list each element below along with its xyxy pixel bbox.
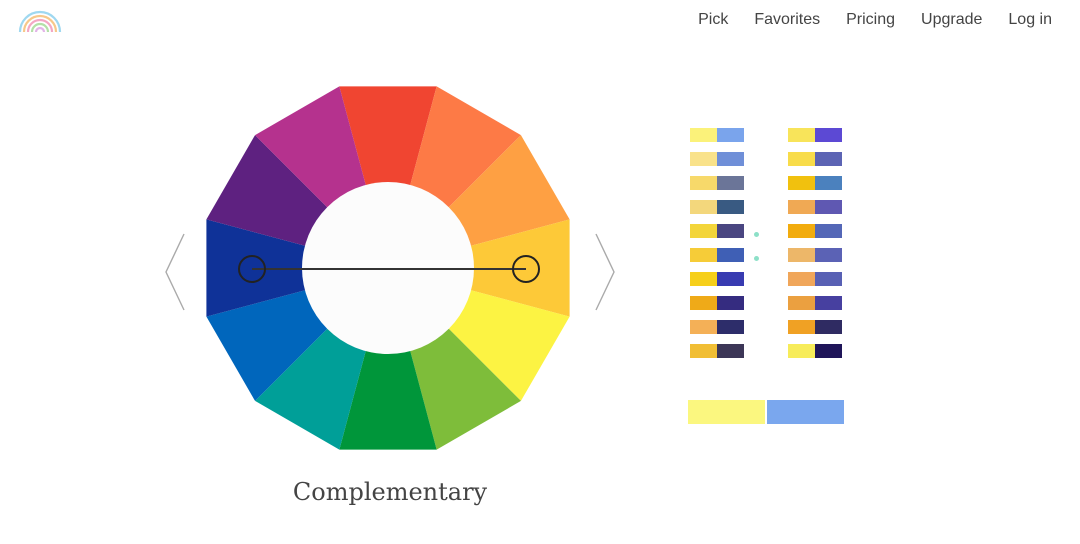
swatch-warm (690, 320, 717, 334)
palette-pair[interactable] (788, 176, 842, 190)
wheel-segment-8[interactable] (206, 289, 329, 401)
palette-pair[interactable] (788, 272, 842, 286)
nav-pricing-link[interactable]: Pricing (846, 10, 895, 30)
rainbow-logo-icon[interactable] (16, 6, 64, 34)
palette-pair[interactable] (788, 320, 842, 334)
palette-column-left (690, 128, 744, 368)
palette-column-right (788, 128, 842, 368)
wheel-segment-9[interactable] (206, 219, 307, 317)
swatch-warm (788, 296, 815, 310)
swatch-cool (717, 200, 744, 214)
swatch-warm (788, 128, 815, 142)
palette-pair[interactable] (690, 344, 744, 358)
swatch-warm (788, 272, 815, 286)
wheel-segment-7[interactable] (255, 327, 367, 450)
palette-pair[interactable] (690, 320, 744, 334)
swatch-cool (815, 320, 842, 334)
wheel-center (302, 182, 474, 354)
swatch-cool (815, 224, 842, 238)
swatch-warm (690, 200, 717, 214)
swatch-warm (788, 176, 815, 190)
nav-pick-link[interactable]: Pick (698, 10, 728, 30)
indicator-dot (754, 232, 759, 237)
swatch-warm (690, 128, 717, 142)
swatch-cool (717, 320, 744, 334)
palette-pair[interactable] (788, 248, 842, 262)
swatch-cool (717, 224, 744, 238)
top-nav: Pick Favorites Pricing Upgrade Log in (672, 10, 1052, 30)
swatch-warm (690, 344, 717, 358)
palette-pair[interactable] (690, 272, 744, 286)
swatch-cool (815, 200, 842, 214)
swatch-warm (788, 200, 815, 214)
swatch-warm (690, 152, 717, 166)
swatch-warm (690, 224, 717, 238)
swatch-cool (717, 176, 744, 190)
wheel-segment-4[interactable] (447, 289, 570, 401)
wheel-segment-6[interactable] (339, 349, 437, 450)
wheel-segment-2[interactable] (447, 135, 570, 247)
color-wheel[interactable] (0, 0, 1080, 544)
swatch-cool (815, 296, 842, 310)
wheel-segment-1[interactable] (409, 86, 521, 209)
palette-pair[interactable] (690, 128, 744, 142)
swatch-cool (717, 152, 744, 166)
swatch-warm (788, 248, 815, 262)
next-scheme-arrow-icon[interactable] (594, 232, 616, 312)
wheel-segment-11[interactable] (255, 86, 367, 209)
scheme-title: Complementary (292, 478, 488, 506)
nav-upgrade-link[interactable]: Upgrade (921, 10, 982, 30)
swatch-cool (815, 152, 842, 166)
previous-scheme-arrow-icon[interactable] (164, 232, 186, 312)
swatch-cool (815, 176, 842, 190)
nav-login-link[interactable]: Log in (1008, 10, 1052, 30)
palette-pair[interactable] (690, 152, 744, 166)
selected-pair-preview[interactable] (688, 400, 844, 424)
swatch-cool (717, 344, 744, 358)
swatch-warm (690, 176, 717, 190)
wheel-segment-5[interactable] (409, 327, 521, 450)
swatch-cool (815, 248, 842, 262)
palette-pair[interactable] (788, 296, 842, 310)
palette-pair[interactable] (788, 200, 842, 214)
palette-pair[interactable] (690, 200, 744, 214)
swatch-cool (815, 128, 842, 142)
palette-pair[interactable] (788, 344, 842, 358)
swatch-warm (690, 272, 717, 286)
preview-color-a[interactable] (688, 400, 765, 424)
swatch-warm (690, 248, 717, 262)
palette-pair[interactable] (788, 152, 842, 166)
wheel-segment-3[interactable] (469, 219, 570, 317)
preview-color-b[interactable] (767, 400, 844, 424)
palette-pair[interactable] (690, 296, 744, 310)
selector-handle-blue[interactable] (238, 255, 266, 283)
swatch-cool (717, 128, 744, 142)
swatch-warm (788, 344, 815, 358)
swatch-warm (788, 224, 815, 238)
palette-pair[interactable] (690, 248, 744, 262)
indicator-dot (754, 256, 759, 261)
palette-pair[interactable] (788, 224, 842, 238)
swatch-cool (815, 344, 842, 358)
swatch-warm (788, 152, 815, 166)
swatch-cool (717, 248, 744, 262)
wheel-segment-10[interactable] (206, 135, 329, 247)
palette-pair[interactable] (690, 224, 744, 238)
palette-pair[interactable] (690, 176, 744, 190)
palette-pair[interactable] (788, 128, 842, 142)
swatch-cool (717, 296, 744, 310)
selector-handle-yellow[interactable] (512, 255, 540, 283)
swatch-warm (690, 296, 717, 310)
nav-favorites-link[interactable]: Favorites (754, 10, 820, 30)
swatch-cool (815, 272, 842, 286)
swatch-cool (717, 272, 744, 286)
swatch-warm (788, 320, 815, 334)
wheel-segment-0[interactable] (339, 86, 437, 187)
